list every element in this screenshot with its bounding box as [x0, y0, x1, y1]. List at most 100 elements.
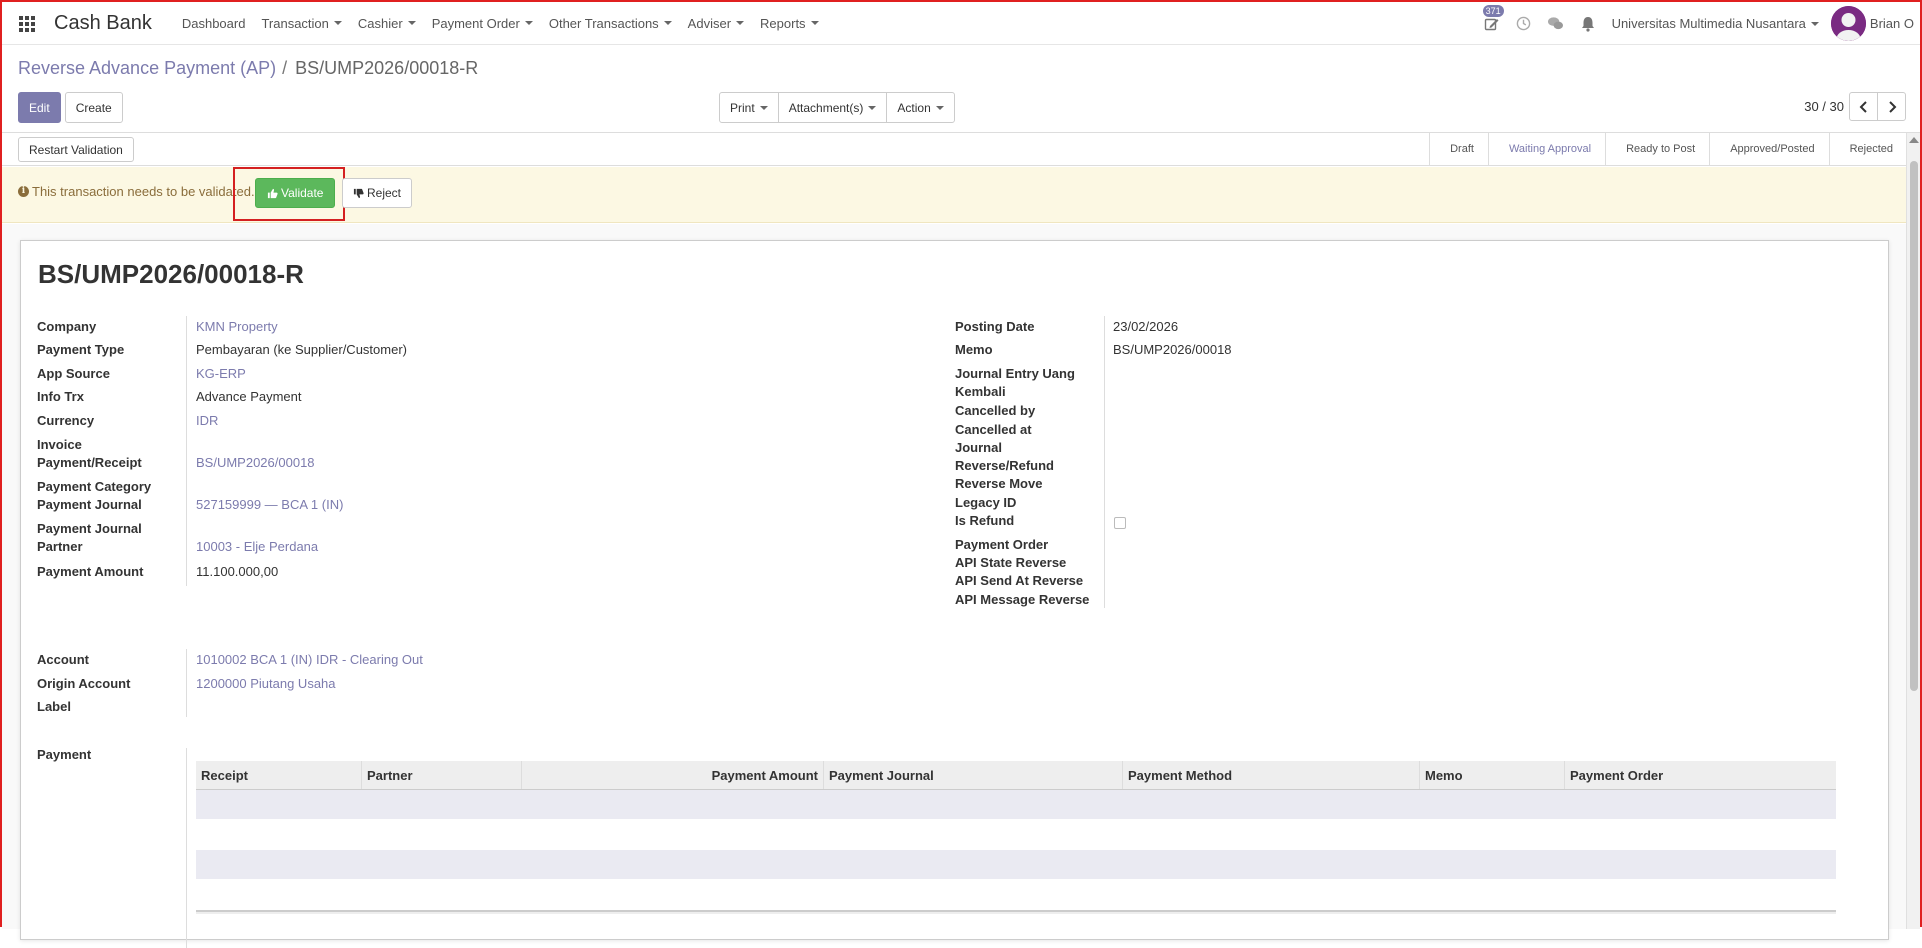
breadcrumb-parent-link[interactable]: Reverse Advance Payment (AP): [18, 58, 276, 78]
payment-amount-value: 11.100.000,00: [196, 564, 279, 579]
pager-next-button[interactable]: [1877, 92, 1906, 121]
account-value[interactable]: 1010002 BCA 1 (IN) IDR - Clearing Out: [196, 651, 423, 669]
company-switcher[interactable]: Universitas Multimedia Nusantara: [1612, 16, 1819, 31]
activity-button[interactable]: 371: [1482, 4, 1504, 33]
journal-entry-label-line2: Kembali: [955, 384, 1006, 399]
menu-transaction[interactable]: Transaction: [253, 2, 349, 44]
stage-pipeline: Draft Waiting Approval Ready to Post App…: [1429, 133, 1907, 166]
menu-label: Payment Order: [431, 15, 520, 31]
chevron-left-icon: [1859, 100, 1867, 113]
chevron-right-icon: [1888, 100, 1896, 113]
app-source-value[interactable]: KG-ERP: [196, 365, 246, 383]
legacy-id-label: Legacy ID: [955, 495, 1017, 510]
payment-type-label: Payment Type: [37, 342, 125, 357]
apps-grid-icon[interactable]: [16, 11, 40, 35]
table-row: [196, 790, 1836, 820]
column-payment-method[interactable]: Payment Method: [1123, 761, 1420, 789]
menu-label: Dashboard: [181, 15, 246, 31]
user-name[interactable]: Brian O: [1870, 16, 1914, 31]
timer-button[interactable]: [1515, 15, 1533, 33]
table-row: [196, 880, 1836, 910]
caret-down-icon: [407, 21, 416, 25]
pager-value[interactable]: 30 / 30: [1804, 99, 1844, 114]
reject-button[interactable]: Reject: [342, 178, 413, 208]
stage-rejected: Rejected: [1828, 133, 1907, 166]
stage-ready-to-post: Ready to Post: [1605, 133, 1709, 166]
stage-waiting-approval: Waiting Approval: [1487, 133, 1605, 166]
column-payment-amount[interactable]: Payment Amount: [522, 761, 824, 789]
scrollbar-thumb[interactable]: [1910, 161, 1918, 691]
print-dropdown[interactable]: Print: [719, 92, 779, 123]
column-payment-order[interactable]: Payment Order: [1565, 761, 1836, 789]
reject-label: Reject: [367, 186, 402, 200]
alert-text: This transaction needs to be validated.: [32, 184, 255, 199]
table-header: Receipt Partner Payment Amount Payment J…: [196, 761, 1836, 790]
origin-account-value[interactable]: 1200000 Piutang Usaha: [196, 675, 336, 693]
menu-other-transactions[interactable]: Other Transactions: [541, 2, 680, 44]
menu-payment-order[interactable]: Payment Order: [424, 2, 541, 44]
payment-journal-value[interactable]: 527159999 — BCA 1 (IN): [196, 496, 343, 514]
memo-label: Memo: [955, 342, 993, 357]
pager-previous-button[interactable]: [1849, 92, 1878, 121]
create-button[interactable]: Create: [64, 92, 123, 123]
menu-label: Transaction: [261, 15, 329, 31]
company-label: Company: [37, 319, 97, 334]
payment-amount-label: Payment Amount: [37, 564, 144, 579]
menu-cashier[interactable]: Cashier: [350, 2, 424, 44]
page-scrollbar[interactable]: [1906, 133, 1920, 929]
menu-reports[interactable]: Reports: [752, 2, 827, 44]
action-dropdown[interactable]: Action: [886, 92, 955, 123]
payment-lines-table: Receipt Partner Payment Amount Payment J…: [196, 761, 1836, 914]
payment-order-label: Payment Order: [955, 537, 1049, 552]
avatar[interactable]: [1830, 6, 1866, 41]
payment-category-label-line2: Payment Journal: [37, 497, 142, 512]
invoice-label-line1: Invoice: [37, 437, 82, 452]
validate-button[interactable]: Validate: [255, 178, 336, 208]
column-memo[interactable]: Memo: [1420, 761, 1565, 789]
company-value[interactable]: KMN Property: [196, 318, 278, 336]
notifications-button[interactable]: [1579, 15, 1597, 33]
right-group-separator: [1104, 316, 1105, 608]
left-group-separator: [186, 316, 187, 586]
caret-down-icon: [810, 21, 819, 25]
restart-validation-button[interactable]: Restart Validation: [18, 137, 134, 162]
column-receipt[interactable]: Receipt: [196, 761, 362, 789]
status-bar: Restart Validation Draft Waiting Approva…: [2, 133, 1907, 166]
pager: 30 / 30: [1804, 92, 1906, 121]
column-payment-journal[interactable]: Payment Journal: [824, 761, 1123, 789]
payment-journal-partner-label-line1: Payment Journal: [37, 521, 142, 536]
posting-date-label: Posting Date: [955, 319, 1035, 334]
edit-button[interactable]: Edit: [18, 92, 61, 123]
journal-reverse-label-line1: Journal: [955, 440, 1002, 455]
currency-value[interactable]: IDR: [196, 412, 218, 430]
user-avatar-icon: [1830, 6, 1866, 41]
app-source-label: App Source: [37, 366, 110, 381]
payment-section-separator: [186, 748, 187, 948]
info-trx-value: Advance Payment: [196, 389, 302, 404]
messaging-button[interactable]: [1547, 15, 1565, 33]
caret-down-icon: [736, 21, 745, 25]
api-state-reverse-label: API State Reverse: [955, 555, 1067, 570]
api-message-reverse-label: API Message Reverse: [955, 592, 1090, 607]
cancelled-at-label: Cancelled at: [955, 422, 1032, 437]
menu-label: Reports: [760, 15, 806, 31]
breadcrumb-separator: /: [282, 58, 288, 78]
stage-approved-posted: Approved/Posted: [1709, 133, 1828, 166]
journal-reverse-label-line2: Reverse/Refund: [955, 458, 1054, 473]
alert-message: i This transaction needs to be validated…: [18, 184, 255, 199]
app-title: Cash Bank: [54, 11, 152, 34]
partner-value[interactable]: 10003 - Elje Perdana: [196, 538, 318, 556]
menu-adviser[interactable]: Adviser: [680, 2, 752, 44]
memo-value: BS/UMP2026/00018: [1113, 342, 1232, 357]
table-row: [196, 820, 1836, 850]
attachments-dropdown[interactable]: Attachment(s): [777, 92, 888, 123]
reverse-move-label: Reverse Move: [955, 476, 1043, 491]
column-partner[interactable]: Partner: [362, 761, 522, 789]
caret-down-icon: [1810, 21, 1819, 26]
info-circle-icon: i: [18, 186, 29, 197]
main-menu: Dashboard Transaction Cashier Payment Or…: [174, 2, 827, 44]
invoice-value[interactable]: BS/UMP2026/00018: [196, 454, 315, 472]
menu-dashboard[interactable]: Dashboard: [174, 2, 254, 44]
scroll-up-arrow-icon[interactable]: [1909, 137, 1919, 143]
clock-icon: [1516, 16, 1531, 31]
